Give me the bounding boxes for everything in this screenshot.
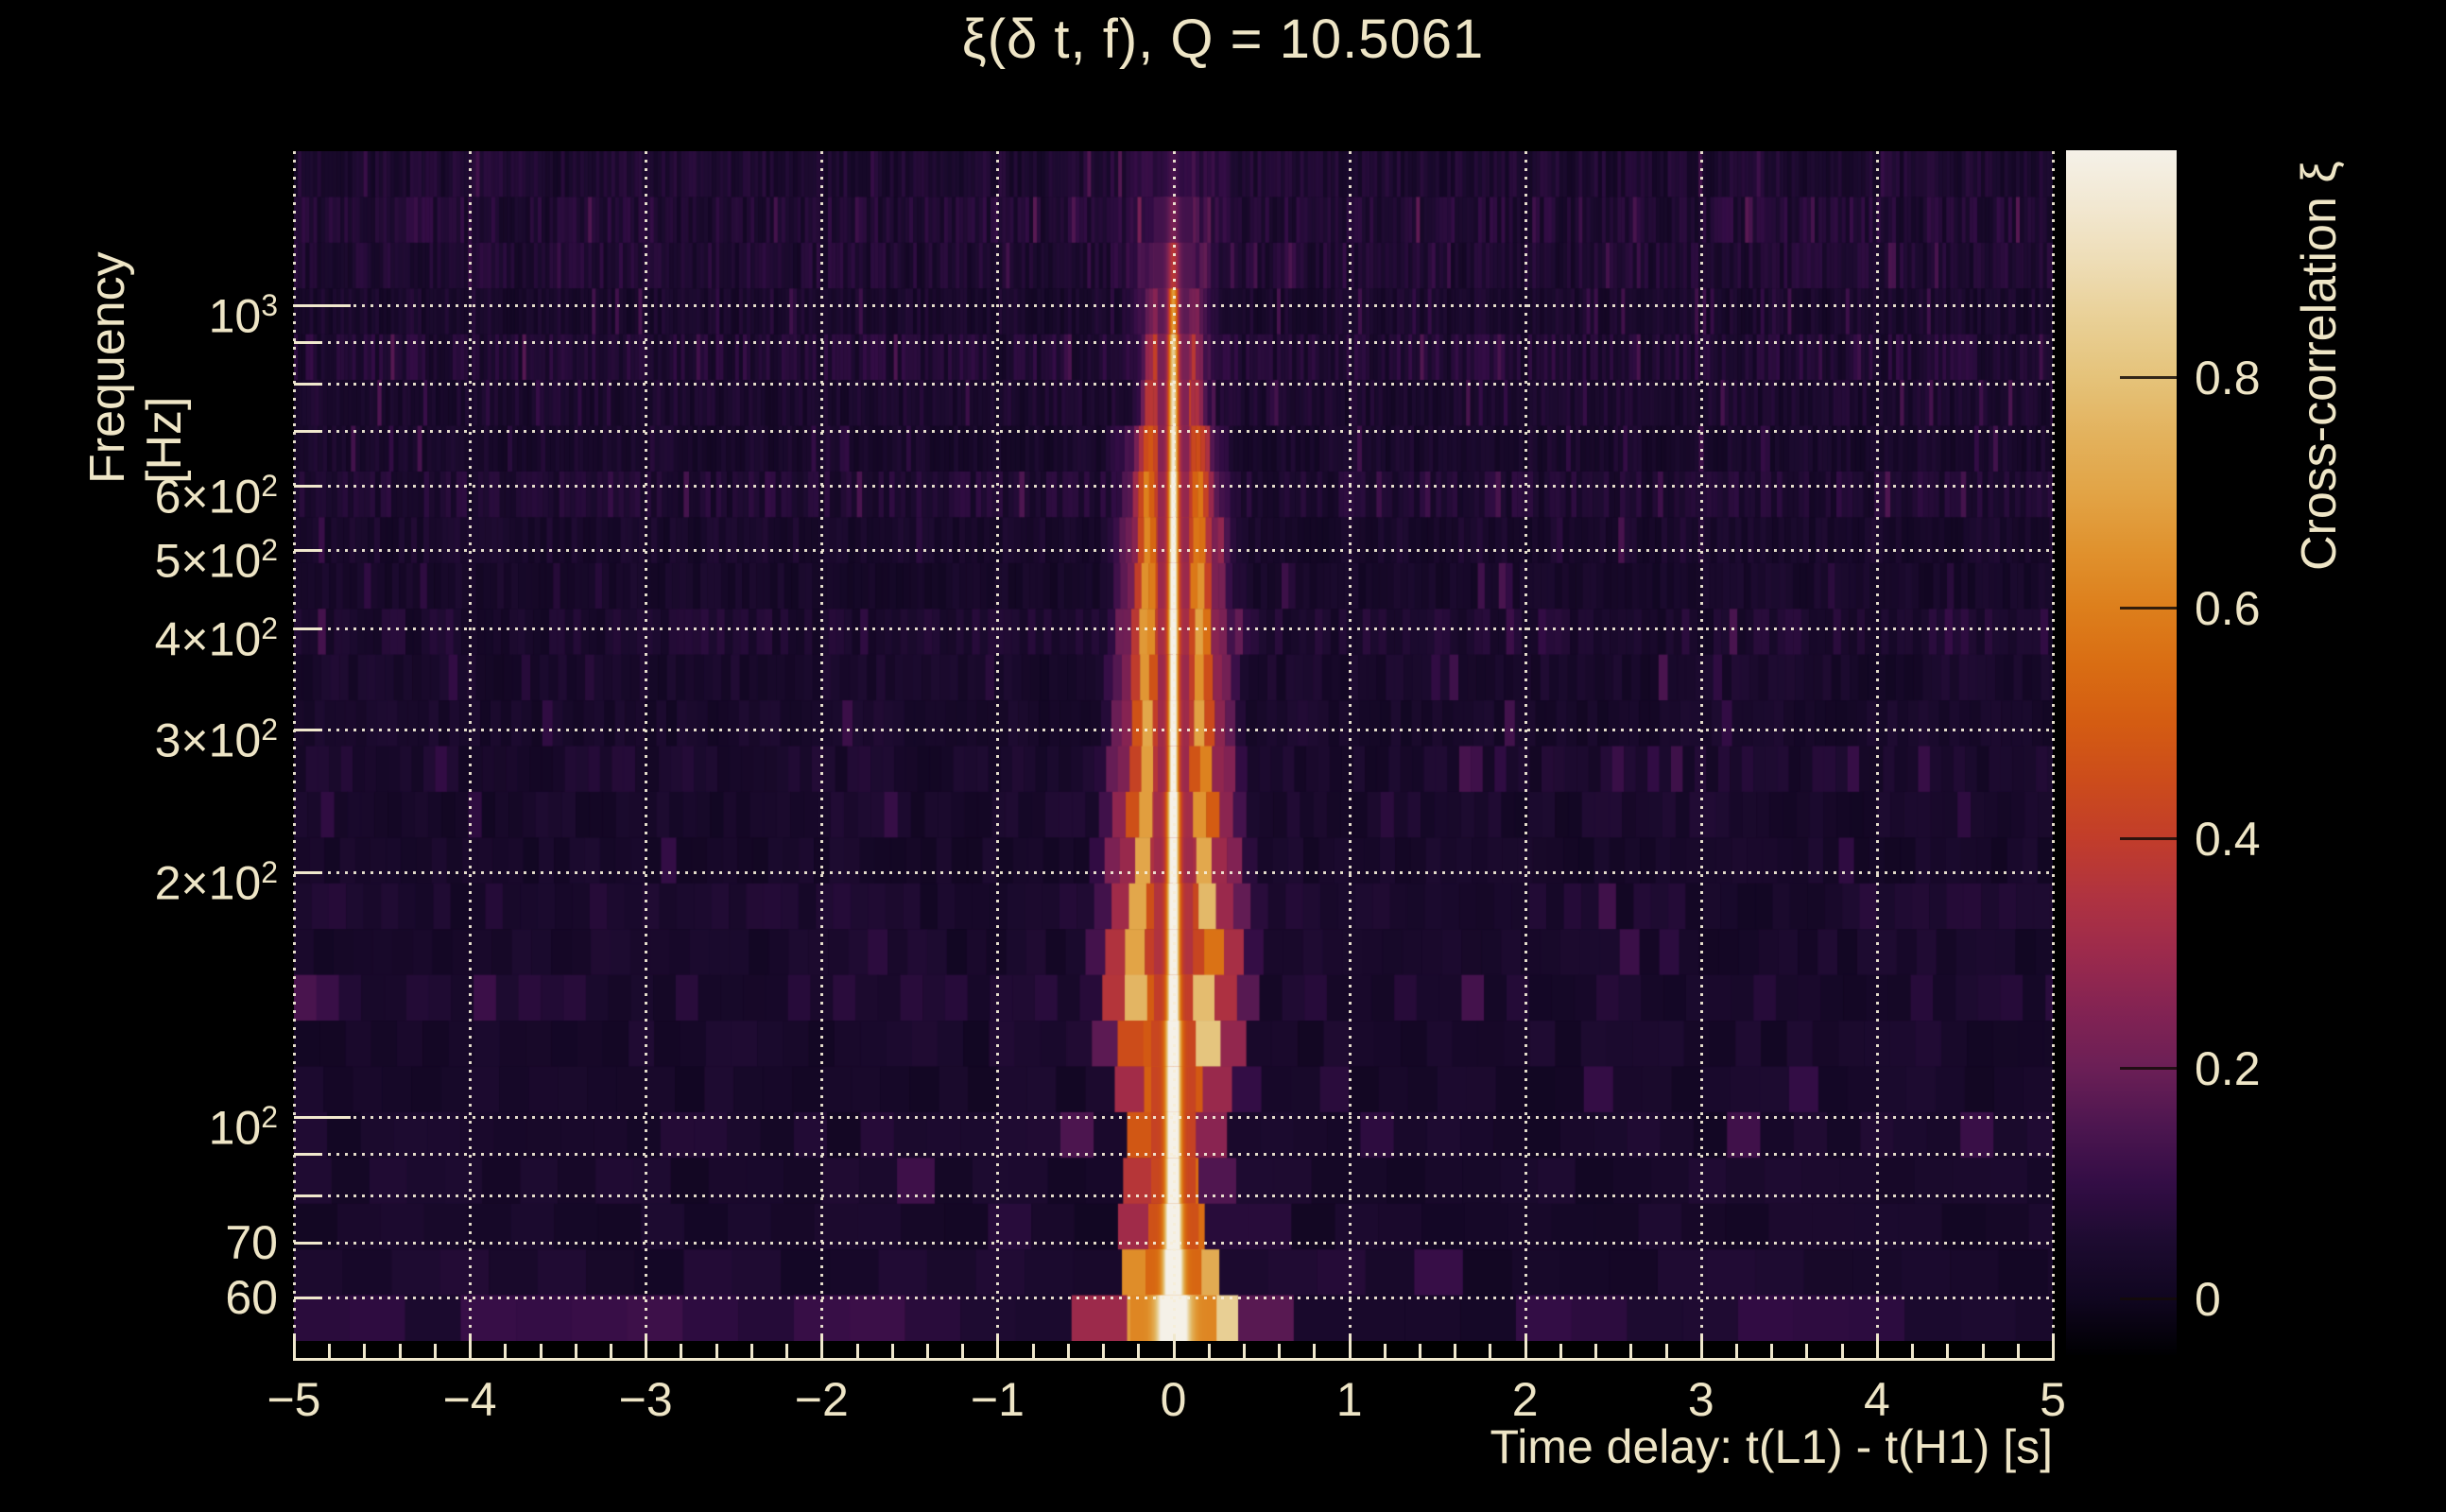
- y-tick: [294, 627, 322, 630]
- y-tick-label-text: 3×10: [154, 713, 262, 767]
- v-gridline: [1524, 151, 1527, 1361]
- colorbar: [2066, 150, 2177, 1355]
- y-tick-label-text: 60: [225, 1270, 278, 1324]
- colorbar-tick-label: 0.4: [2195, 812, 2261, 866]
- v-gridline: [469, 151, 473, 1361]
- y-tick-exponent: 3: [261, 288, 278, 322]
- v-gridline: [1348, 151, 1352, 1361]
- v-gridline: [1172, 151, 1176, 1361]
- v-gridline: [1875, 151, 1879, 1361]
- y-tick-exponent: 2: [261, 610, 278, 645]
- y-tick-label: 5×102: [60, 524, 278, 588]
- x-tick: [1875, 1334, 1879, 1361]
- y-tick-exponent: 2: [261, 532, 278, 567]
- x-axis-line: [294, 1358, 2053, 1361]
- y-tick: [294, 871, 322, 875]
- y-tick: [294, 548, 322, 552]
- x-tick: [820, 1334, 824, 1361]
- x-tick-label: −2: [794, 1373, 849, 1426]
- y-tick-label-text: 2×10: [154, 857, 262, 911]
- y-tick-exponent: 2: [261, 855, 278, 890]
- colorbar-tick-label: 0.2: [2195, 1042, 2261, 1096]
- plot-area: [293, 151, 2055, 1361]
- y-tick: [294, 304, 351, 307]
- v-gridline: [1699, 151, 1703, 1361]
- x-tick-label: −1: [970, 1373, 1025, 1426]
- v-gridline: [820, 151, 824, 1361]
- y-tick-label: 70: [60, 1216, 278, 1269]
- v-gridline: [996, 151, 1000, 1361]
- x-tick: [1348, 1334, 1352, 1361]
- colorbar-tick-label: 0.8: [2195, 352, 2261, 404]
- x-tick: [2052, 1334, 2055, 1361]
- y-tick: [294, 383, 322, 387]
- x-tick-label: 0: [1160, 1373, 1187, 1426]
- y-tick-label-text: 5×10: [154, 534, 262, 588]
- v-gridline: [645, 151, 648, 1361]
- y-axis-title: Frequency [Hz]: [80, 251, 192, 484]
- x-tick: [469, 1334, 473, 1361]
- y-tick-label: 2×102: [60, 846, 278, 910]
- y-tick-exponent: 2: [261, 468, 278, 503]
- colorbar-tick: [2120, 1067, 2177, 1071]
- figure-root: ξ(δ t, f), Q = 10.5061 103 6×102 5×102 4×10…: [0, 0, 2446, 1512]
- y-tick-label: 60: [60, 1271, 278, 1324]
- y-tick: [294, 729, 322, 732]
- y-tick-exponent: 2: [261, 1100, 278, 1134]
- y-tick-label-text: 70: [225, 1216, 278, 1270]
- colorbar-tick: [2120, 1297, 2177, 1300]
- y-tick: [294, 1153, 322, 1157]
- colorbar-title: Cross-correlation ξ: [2292, 161, 2347, 571]
- y-tick-label-text: 10: [208, 1101, 262, 1155]
- x-tick: [1699, 1334, 1703, 1361]
- x-tick: [1524, 1334, 1527, 1361]
- colorbar-tick-label: 0.6: [2195, 581, 2261, 635]
- y-tick-label: 102: [60, 1091, 278, 1155]
- y-tick: [294, 1116, 351, 1119]
- y-tick: [294, 484, 322, 488]
- y-tick: [294, 1242, 322, 1246]
- colorbar-tick: [2120, 376, 2177, 379]
- x-tick-label: −3: [618, 1373, 673, 1426]
- v-gridline: [293, 151, 296, 1361]
- x-tick: [645, 1334, 648, 1361]
- x-tick: [1172, 1334, 1176, 1361]
- y-tick: [294, 430, 322, 434]
- y-tick-label: 4×102: [60, 602, 278, 666]
- y-tick-exponent: 2: [261, 713, 278, 747]
- y-tick: [294, 1296, 322, 1299]
- x-axis-title: Time delay: t(L1) - t(H1) [s]: [1490, 1420, 2053, 1473]
- colorbar-tick: [2120, 836, 2177, 840]
- plot-title: ξ(δ t, f), Q = 10.5061: [961, 9, 1485, 70]
- x-tick: [293, 1334, 296, 1361]
- y-tick-label-text: 4×10: [154, 612, 262, 666]
- colorbar-tick-label: 0: [2195, 1273, 2221, 1326]
- x-tick-label: −4: [442, 1373, 497, 1426]
- x-tick-label: −5: [267, 1373, 321, 1426]
- x-tick: [996, 1334, 1000, 1361]
- y-tick: [294, 1194, 322, 1198]
- y-tick-label-text: 10: [208, 289, 262, 343]
- y-tick-label: 3×102: [60, 703, 278, 767]
- y-tick: [294, 341, 322, 345]
- v-gridline: [2052, 151, 2055, 1361]
- colorbar-tick: [2120, 606, 2177, 610]
